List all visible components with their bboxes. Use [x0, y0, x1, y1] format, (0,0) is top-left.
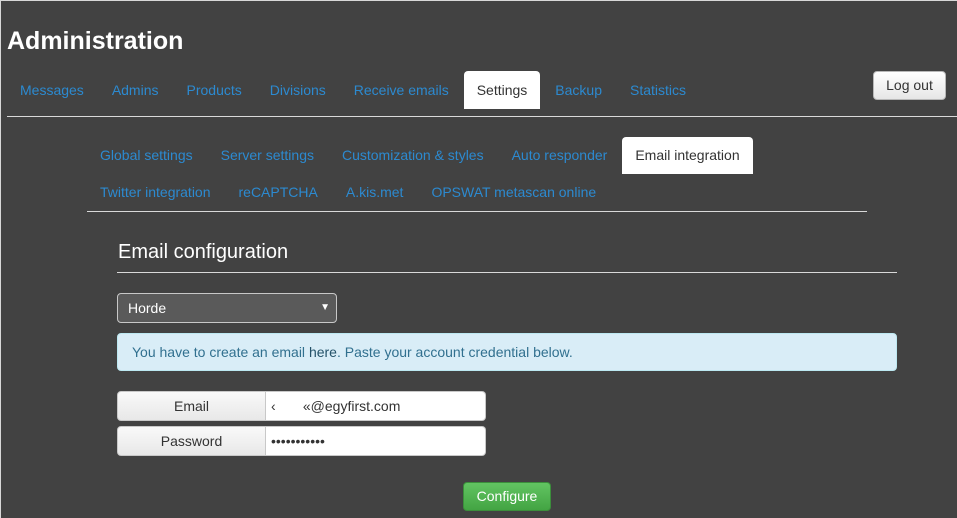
subtab-recaptcha[interactable]: reCAPTCHA [226, 174, 331, 211]
email-label: Email [117, 391, 266, 421]
subnav-divider [87, 211, 867, 212]
subnav-row: Twitter integration reCAPTCHA A.kis.met … [87, 174, 867, 211]
email-row: Email [117, 391, 486, 421]
configure-button[interactable]: Configure [463, 482, 551, 511]
subtab-opswat-metascan[interactable]: OPSWAT metascan online [418, 174, 609, 211]
tab-messages[interactable]: Messages [7, 71, 97, 109]
subtab-auto-responder[interactable]: Auto responder [499, 137, 621, 174]
password-label: Password [117, 426, 266, 456]
tab-products[interactable]: Products [174, 71, 255, 109]
tab-statistics[interactable]: Statistics [617, 71, 699, 109]
provider-select[interactable]: Horde ▼ [117, 293, 337, 323]
tab-divisions[interactable]: Divisions [257, 71, 339, 109]
settings-subnav: Global settings Server settings Customiz… [87, 137, 867, 211]
password-row: Password [117, 426, 486, 456]
create-email-link[interactable]: here [309, 344, 337, 360]
frame-top-border [0, 0, 957, 1]
subtab-global-settings[interactable]: Global settings [87, 137, 206, 174]
info-text-after: . Paste your account credential below. [336, 344, 573, 360]
page-title: Administration [7, 27, 184, 55]
subtab-customization-styles[interactable]: Customization & styles [329, 137, 497, 174]
caret-down-icon: ▼ [320, 302, 330, 313]
subtab-server-settings[interactable]: Server settings [208, 137, 327, 174]
info-text-before: You have to create an email [132, 344, 309, 360]
main-nav: Messages Admins Products Divisions Recei… [7, 71, 957, 109]
info-alert: You have to create an email here. Paste … [117, 333, 897, 371]
nav-divider [7, 116, 957, 117]
section-title: Email configuration [118, 241, 289, 263]
tab-admins[interactable]: Admins [99, 71, 172, 109]
subtab-twitter-integration[interactable]: Twitter integration [87, 174, 224, 211]
tab-receive-emails[interactable]: Receive emails [341, 71, 462, 109]
subtab-email-integration[interactable]: Email integration [622, 137, 753, 174]
tab-settings[interactable]: Settings [463, 71, 541, 109]
password-field[interactable] [266, 426, 486, 456]
email-field[interactable] [266, 391, 486, 421]
subnav-row: Global settings Server settings Customiz… [87, 137, 867, 174]
section-divider [117, 272, 897, 273]
frame-left-border [0, 0, 1, 518]
tab-backup[interactable]: Backup [542, 71, 615, 109]
provider-select-value: Horde [128, 300, 167, 316]
subtab-akismet[interactable]: A.kis.met [333, 174, 417, 211]
